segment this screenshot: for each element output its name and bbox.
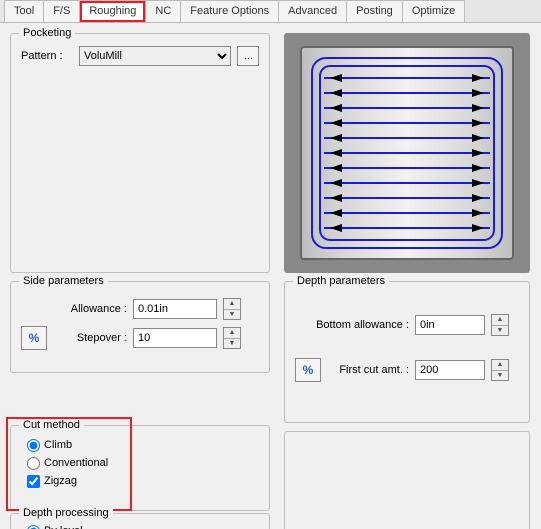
tab-advanced[interactable]: Advanced [278,0,347,22]
radio-by-level[interactable] [27,525,40,529]
label-allowance: Allowance : [21,303,127,315]
group-depth-parameters: Depth parameters Bottom allowance : ▲ ▼ … [284,281,530,423]
legend-side-parameters: Side parameters [19,275,108,287]
tab-tool[interactable]: Tool [4,0,44,22]
group-spacer [284,431,530,529]
preview-panel [284,33,530,273]
spinner-down-icon[interactable]: ▼ [492,326,508,336]
label-conventional: Conventional [44,457,108,469]
tab-feature-options[interactable]: Feature Options [180,0,279,22]
spinner-up-icon[interactable]: ▲ [492,315,508,326]
group-pocketing: Pocketing Pattern : VoluMill ... [10,33,270,273]
input-first-cut[interactable] [415,360,485,380]
radio-climb[interactable] [27,439,40,452]
tab-fs[interactable]: F/S [43,0,80,22]
group-cut-method: Cut method Climb Conventional Zigzag [10,425,270,511]
checkbox-zigzag[interactable] [27,475,40,488]
label-first-cut: First cut amt. : [327,364,409,376]
label-bottom-allowance: Bottom allowance : [295,319,409,331]
group-depth-processing: Depth processing By level To depth by re… [10,513,270,529]
spinner-down-icon[interactable]: ▼ [492,371,508,381]
label-climb: Climb [44,439,72,451]
group-side-parameters: Side parameters Allowance : ▲ ▼ % Stepov… [10,281,270,373]
spinner-up-icon[interactable]: ▲ [224,328,240,339]
pattern-select[interactable]: VoluMill [79,46,231,66]
spinner-up-icon[interactable]: ▲ [224,299,240,310]
percent-button-side[interactable]: % [21,326,47,350]
spinner-first-cut[interactable]: ▲ ▼ [491,359,509,381]
legend-depth-parameters: Depth parameters [293,275,389,287]
legend-cut-method: Cut method [19,419,84,431]
legend-depth-processing: Depth processing [19,507,113,519]
spinner-stepover[interactable]: ▲ ▼ [223,327,241,349]
label-zigzag: Zigzag [44,475,77,487]
tab-posting[interactable]: Posting [346,0,403,22]
spinner-allowance[interactable]: ▲ ▼ [223,298,241,320]
toolpath-preview-icon [300,46,514,260]
tab-nc[interactable]: NC [145,0,181,22]
label-pattern: Pattern : [21,50,73,62]
input-stepover[interactable] [133,328,217,348]
pattern-browse-button[interactable]: ... [237,46,259,66]
tabstrip: Tool F/S Roughing NC Feature Options Adv… [0,0,541,23]
spinner-up-icon[interactable]: ▲ [492,360,508,371]
spinner-down-icon[interactable]: ▼ [224,339,240,349]
label-by-level: By level [44,525,83,529]
tab-optimize[interactable]: Optimize [402,0,465,22]
input-allowance[interactable] [133,299,217,319]
label-stepover: Stepover : [53,332,127,344]
percent-button-depth[interactable]: % [295,358,321,382]
tab-roughing[interactable]: Roughing [79,0,146,22]
spinner-down-icon[interactable]: ▼ [224,310,240,320]
radio-conventional[interactable] [27,457,40,470]
legend-pocketing: Pocketing [19,27,75,39]
input-bottom-allowance[interactable] [415,315,485,335]
spinner-bottom-allowance[interactable]: ▲ ▼ [491,314,509,336]
